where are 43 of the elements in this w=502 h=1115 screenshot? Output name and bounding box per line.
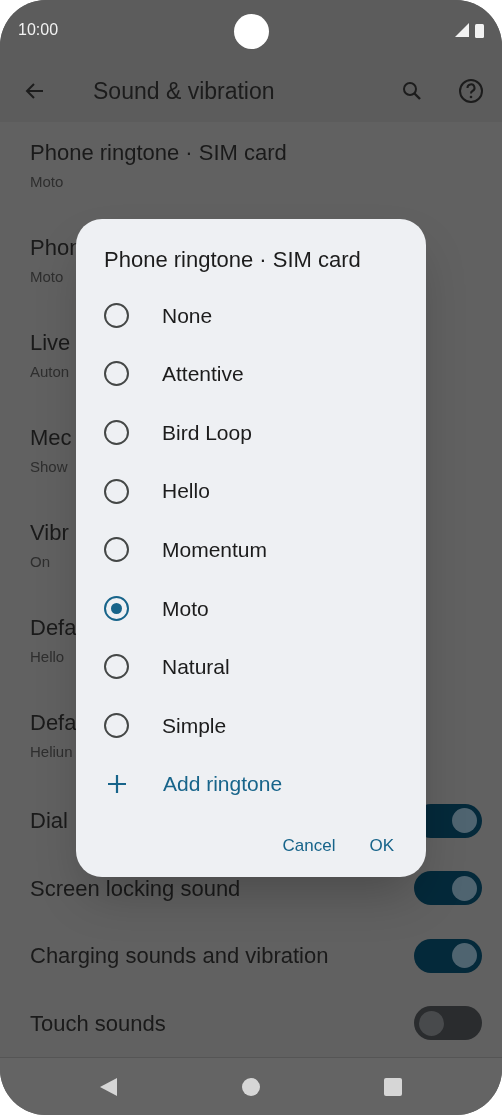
ringtone-option[interactable]: Bird Loop	[104, 403, 396, 462]
help-icon[interactable]	[458, 78, 484, 104]
radio-button[interactable]	[104, 302, 129, 328]
ringtone-option[interactable]: Simple	[104, 696, 396, 755]
radio-button[interactable]	[104, 595, 129, 621]
radio-button[interactable]	[104, 712, 129, 738]
setting-title: Defa	[30, 709, 77, 737]
dialog-title: Phone ringtone · SIM card	[104, 246, 362, 274]
battery-icon	[475, 22, 484, 38]
ringtone-option[interactable]: Natural	[104, 637, 396, 697]
ringtone-option[interactable]: Hello	[104, 461, 396, 521]
dialog-button[interactable]: OK	[367, 833, 396, 859]
toggle-switch[interactable]	[414, 871, 482, 906]
setting-title: Screen locking sound	[30, 874, 241, 903]
radio-button[interactable]	[104, 654, 129, 680]
setting-title: Phone ringtone · SIM card	[30, 139, 287, 167]
radio-button[interactable]	[104, 361, 129, 387]
radio-button[interactable]	[104, 537, 129, 563]
camera-cutout	[234, 14, 269, 49]
radio-button[interactable]	[104, 478, 129, 504]
setting-title: Mec	[30, 424, 72, 452]
setting-title: Touch sounds	[30, 1009, 166, 1038]
setting-title: Vibr	[30, 519, 69, 547]
toggle-switch[interactable]	[414, 1006, 482, 1041]
add-ringtone-link[interactable]: Add ringtone	[104, 754, 396, 814]
setting-title: Charging sounds and vibration	[30, 942, 329, 971]
toggle-switch[interactable]	[414, 938, 482, 973]
home-nav-icon[interactable]	[242, 1077, 260, 1096]
setting-title: Dial	[30, 807, 68, 836]
app-bar-title: Sound & vibration	[93, 76, 275, 106]
ringtone-option[interactable]: Momentum	[104, 520, 396, 579]
ringtone-option[interactable]: Attentive	[104, 344, 396, 404]
signal-icon	[455, 23, 469, 37]
radio-button[interactable]	[104, 420, 129, 445]
setting-title: Defa	[30, 614, 77, 642]
ringtone-option[interactable]: None	[104, 286, 396, 345]
back-nav-icon[interactable]	[100, 1077, 118, 1096]
status-time: 10:00	[18, 20, 59, 40]
plus-icon	[107, 774, 127, 795]
ringtone-option[interactable]: Moto	[104, 578, 396, 638]
setting-title: Live	[30, 329, 71, 357]
dialog-button[interactable]: Cancel	[280, 833, 338, 859]
recents-nav-icon[interactable]	[384, 1077, 402, 1096]
